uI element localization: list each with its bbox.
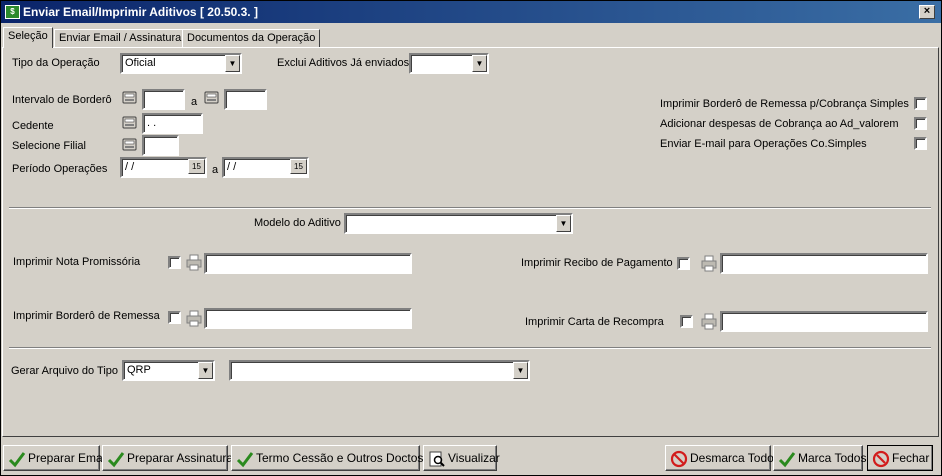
printer-icon[interactable] bbox=[185, 254, 203, 271]
tab-documentos-operacao[interactable]: Documentos da Operação bbox=[182, 29, 321, 48]
carta-recompra-label: Imprimir Carta de Recompra bbox=[525, 316, 664, 328]
checkmark-icon bbox=[8, 452, 26, 468]
visualizar-button[interactable]: Visualizar bbox=[423, 445, 500, 471]
option-label: Imprimir Borderô de Remessa p/Cobrança S… bbox=[660, 98, 909, 110]
chevron-down-icon[interactable]: ▼ bbox=[513, 362, 528, 379]
chevron-down-icon[interactable]: ▼ bbox=[472, 55, 487, 72]
nota-promissoria-path-input[interactable] bbox=[204, 253, 412, 274]
chevron-down-icon[interactable]: ▼ bbox=[225, 55, 240, 72]
bordero-range-sep: a bbox=[191, 96, 198, 108]
recibo-pagamento-checkbox[interactable] bbox=[677, 257, 690, 270]
app-icon: $ bbox=[5, 5, 20, 19]
window-title: Enviar Email/Imprimir Aditivos [ 20.50.3… bbox=[23, 5, 258, 19]
periodo-from-input[interactable]: / / 15 bbox=[120, 157, 207, 178]
option-bordero-cobranca-checkbox[interactable] bbox=[914, 97, 927, 110]
preparar-assinatura-label: Preparar Assinatura bbox=[127, 451, 234, 465]
prohibited-icon bbox=[670, 450, 688, 468]
intervalo-bordero-label: Intervalo de Borderô bbox=[12, 94, 112, 106]
carta-recompra-checkbox[interactable] bbox=[680, 315, 693, 328]
cedente-label: Cedente bbox=[12, 120, 54, 132]
visualizar-label: Visualizar bbox=[448, 451, 500, 465]
chevron-down-icon[interactable]: ▼ bbox=[556, 215, 571, 232]
tab-label: Enviar Email / Assinatura bbox=[59, 32, 182, 44]
tab-label: Documentos da Operação bbox=[187, 32, 316, 44]
cedente-value: . . bbox=[147, 117, 157, 129]
desmarca-todos-label: Desmarca Todos bbox=[690, 451, 780, 465]
tab-label: Seleção bbox=[8, 30, 48, 42]
bordero-remessa-label: Imprimir Borderô de Remessa bbox=[13, 310, 160, 322]
modelo-aditivo-select[interactable]: ▼ bbox=[344, 213, 573, 234]
separator bbox=[9, 347, 931, 349]
gerar-arquivo-second-select[interactable]: ▼ bbox=[229, 360, 530, 381]
exclui-aditivos-label: Exclui Aditivos Já enviados bbox=[277, 57, 410, 69]
periodo-range-sep: a bbox=[212, 164, 219, 176]
lookup-icon[interactable] bbox=[203, 89, 221, 106]
recibo-pagamento-label: Imprimir Recibo de Pagamento bbox=[521, 257, 673, 269]
modelo-aditivo-label: Modelo do Aditivo bbox=[254, 217, 341, 229]
tab-selecao[interactable]: Seleção bbox=[3, 27, 53, 48]
calendar-icon[interactable]: 15 bbox=[290, 159, 307, 174]
tipo-operacao-value: Oficial bbox=[125, 57, 156, 69]
carta-recompra-path-input[interactable] bbox=[720, 311, 928, 332]
marca-todos-label: Marca Todos bbox=[798, 451, 867, 465]
gerar-arquivo-type-select[interactable]: QRP ▼ bbox=[122, 360, 215, 381]
option-email-cosimples-checkbox[interactable] bbox=[914, 137, 927, 150]
recibo-pagamento-path-input[interactable] bbox=[720, 253, 928, 274]
printer-icon[interactable] bbox=[185, 310, 203, 327]
termo-cessao-label: Termo Cessão e Outros Doctos bbox=[256, 451, 424, 465]
periodo-to-value: / / bbox=[227, 161, 237, 173]
fechar-label: Fechar bbox=[892, 451, 930, 465]
checkmark-icon bbox=[778, 452, 796, 468]
lookup-icon[interactable] bbox=[121, 114, 139, 131]
chevron-down-icon[interactable]: ▼ bbox=[198, 362, 213, 379]
main-window: $ Enviar Email/Imprimir Aditivos [ 20.50… bbox=[0, 0, 942, 476]
tipo-operacao-label: Tipo da Operação bbox=[12, 57, 100, 69]
desmarca-todos-button[interactable]: Desmarca Todos bbox=[665, 445, 780, 471]
preparar-email-button[interactable]: Preparar Email bbox=[3, 445, 108, 471]
marca-todos-button[interactable]: Marca Todos bbox=[773, 445, 867, 471]
tipo-operacao-select[interactable]: Oficial ▼ bbox=[120, 53, 242, 74]
nota-promissoria-checkbox[interactable] bbox=[168, 256, 181, 269]
preview-icon bbox=[429, 451, 445, 467]
periodo-label: Período Operações bbox=[12, 163, 108, 175]
option-despesas-adv-checkbox[interactable] bbox=[914, 117, 927, 130]
bordero-remessa-path-input[interactable] bbox=[204, 308, 412, 329]
option-label: Enviar E-mail para Operações Co.Simples bbox=[660, 138, 867, 150]
lookup-icon[interactable] bbox=[121, 136, 139, 153]
checkmark-icon bbox=[236, 452, 254, 468]
lookup-icon[interactable] bbox=[121, 89, 139, 106]
filial-input[interactable] bbox=[142, 135, 179, 156]
title-bar: $ Enviar Email/Imprimir Aditivos [ 20.50… bbox=[1, 1, 941, 23]
checkmark-icon bbox=[107, 452, 125, 468]
preparar-email-label: Preparar Email bbox=[28, 451, 109, 465]
option-label: Adicionar despesas de Cobrança ao Ad_val… bbox=[660, 118, 899, 130]
separator bbox=[9, 207, 931, 209]
periodo-to-input[interactable]: / / 15 bbox=[222, 157, 309, 178]
gerar-arquivo-label: Gerar Arquivo do Tipo bbox=[11, 365, 119, 377]
nota-promissoria-label: Imprimir Nota Promissória bbox=[13, 256, 141, 268]
close-button[interactable]: × bbox=[919, 5, 935, 19]
fechar-button[interactable]: Fechar bbox=[867, 445, 933, 471]
calendar-icon[interactable]: 15 bbox=[188, 159, 205, 174]
exclui-aditivos-select[interactable]: ▼ bbox=[409, 53, 489, 74]
preparar-assinatura-button[interactable]: Preparar Assinatura bbox=[102, 445, 233, 471]
bordero-remessa-checkbox[interactable] bbox=[168, 311, 181, 324]
printer-icon[interactable] bbox=[700, 313, 718, 330]
gerar-arquivo-type-value: QRP bbox=[127, 364, 151, 376]
bordero-from-input[interactable] bbox=[142, 89, 185, 110]
cedente-input[interactable]: . . bbox=[142, 113, 203, 134]
bordero-to-input[interactable] bbox=[224, 89, 267, 110]
printer-icon[interactable] bbox=[700, 255, 718, 272]
close-circle-icon bbox=[872, 450, 890, 468]
periodo-from-value: / / bbox=[125, 161, 135, 173]
tab-enviar-email-assinatura[interactable]: Enviar Email / Assinatura bbox=[54, 29, 187, 48]
termo-cessao-button[interactable]: Termo Cessão e Outros Doctos bbox=[231, 445, 424, 471]
filial-label: Selecione Filial bbox=[12, 140, 86, 152]
